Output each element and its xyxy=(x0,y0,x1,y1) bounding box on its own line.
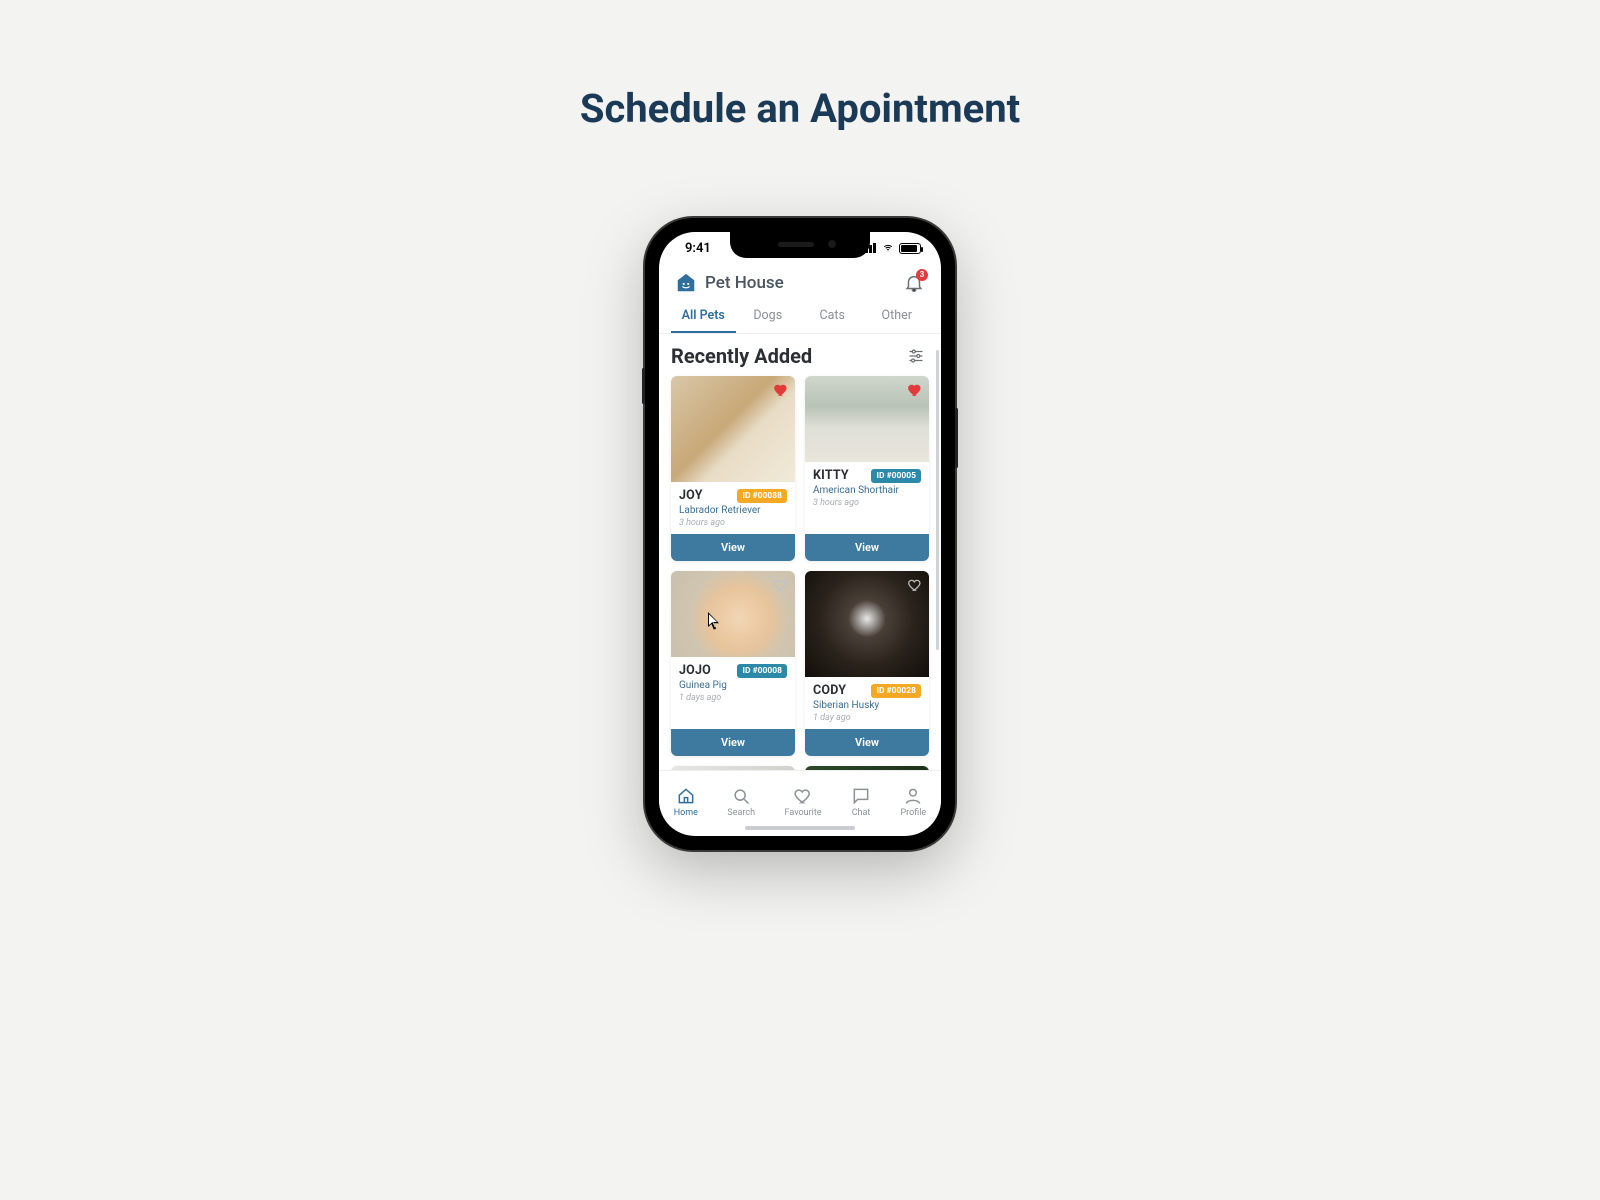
view-button[interactable]: View xyxy=(671,729,795,756)
bottom-nav: Home Search Favourite Chat Profile xyxy=(659,770,941,832)
pet-id-badge: ID #00028 xyxy=(871,684,921,698)
favorite-button[interactable] xyxy=(907,382,923,398)
chat-icon xyxy=(851,786,871,806)
heart-icon xyxy=(773,577,789,593)
pet-grid: JOY ID #00088 Labrador Retriever 3 hours ag… xyxy=(671,376,929,770)
mouse-cursor-icon xyxy=(708,612,722,632)
home-icon xyxy=(676,786,696,806)
pet-card-body: CODY ID #00028 Siberian Husky 1 day ago xyxy=(805,677,929,729)
nav-home[interactable]: Home xyxy=(674,786,698,818)
heart-icon xyxy=(907,577,923,593)
tab-cats[interactable]: Cats xyxy=(800,300,865,333)
tab-dogs[interactable]: Dogs xyxy=(736,300,801,333)
notifications-button[interactable]: 3 xyxy=(903,272,925,294)
favorite-button[interactable] xyxy=(773,382,789,398)
app-name: Pet House xyxy=(705,273,784,293)
pet-id-badge: ID #00088 xyxy=(737,489,787,503)
nav-search[interactable]: Search xyxy=(727,786,755,818)
view-button[interactable]: View xyxy=(805,534,929,561)
home-indicator[interactable] xyxy=(745,826,855,830)
content-area[interactable]: Recently Added JOY ID #00088 Labrador Retr… xyxy=(659,334,941,770)
heart-icon xyxy=(773,382,789,398)
tab-other[interactable]: Other xyxy=(865,300,930,333)
pet-id-badge: ID #00008 xyxy=(737,664,787,678)
section-title: Recently Added xyxy=(671,344,812,368)
heart-icon xyxy=(907,382,923,398)
pet-house-logo-icon xyxy=(675,272,697,294)
pet-card-body: JOJO ID #00008 Guinea Pig 1 days ago xyxy=(671,657,795,709)
nav-label: Favourite xyxy=(785,808,822,818)
pet-time: 1 days ago xyxy=(679,693,787,703)
status-time: 9:41 xyxy=(685,241,711,256)
view-button[interactable]: View xyxy=(805,729,929,756)
sliders-icon xyxy=(907,347,925,365)
nav-label: Home xyxy=(674,808,698,818)
phone-notch xyxy=(730,232,870,258)
pet-breed: Guinea Pig xyxy=(679,680,787,691)
tab-all-pets[interactable]: All Pets xyxy=(671,300,736,333)
nav-favourite[interactable]: Favourite xyxy=(785,786,822,818)
pet-card[interactable] xyxy=(671,766,795,770)
notification-badge: 3 xyxy=(916,269,928,281)
pet-breed: American Shorthair xyxy=(813,485,921,496)
pet-time: 1 day ago xyxy=(813,713,921,723)
favorite-button[interactable] xyxy=(907,577,923,593)
pet-card-body: JOY ID #00088 Labrador Retriever 3 hours ag… xyxy=(671,482,795,534)
phone-frame: 9:41 Pet House 3 All Pets xyxy=(645,218,955,850)
pet-breed: Labrador Retriever xyxy=(679,505,787,516)
pet-name: KITTY xyxy=(813,468,849,483)
pet-id-badge: ID #00005 xyxy=(871,469,921,483)
status-indicators xyxy=(861,243,921,254)
pet-image[interactable] xyxy=(671,766,795,770)
page-title: Schedule an Apointment xyxy=(0,85,1600,132)
brand[interactable]: Pet House xyxy=(675,272,784,294)
category-tabs: All Pets Dogs Cats Other xyxy=(659,300,941,334)
pet-image[interactable] xyxy=(805,376,929,462)
nav-profile[interactable]: Profile xyxy=(900,786,926,818)
filter-button[interactable] xyxy=(907,347,925,365)
wifi-icon xyxy=(881,243,895,253)
pet-card[interactable] xyxy=(805,766,929,770)
pet-image[interactable] xyxy=(805,766,929,770)
phone-screen: 9:41 Pet House 3 All Pets xyxy=(659,232,941,836)
scroll-indicator[interactable] xyxy=(936,350,939,650)
pet-time: 3 hours ago xyxy=(679,518,787,528)
pet-name: CODY xyxy=(813,683,846,698)
view-button[interactable]: View xyxy=(671,534,795,561)
pet-card[interactable]: CODY ID #00028 Siberian Husky 1 day ago View xyxy=(805,571,929,756)
nav-label: Chat xyxy=(852,808,871,818)
app-header: Pet House 3 xyxy=(659,264,941,300)
favorite-button[interactable] xyxy=(773,577,789,593)
search-icon xyxy=(731,786,751,806)
pet-image[interactable] xyxy=(671,571,795,657)
nav-label: Profile xyxy=(900,808,926,818)
pet-name: JOJO xyxy=(679,663,711,678)
pet-image[interactable] xyxy=(671,376,795,482)
pet-breed: Siberian Husky xyxy=(813,700,921,711)
pet-name: JOY xyxy=(679,488,703,503)
heart-icon xyxy=(793,786,813,806)
pet-card[interactable]: KITTY ID #00005 American Shorthair 3 hours … xyxy=(805,376,929,561)
profile-icon xyxy=(903,786,923,806)
nav-label: Search xyxy=(727,808,755,818)
pet-card-body: KITTY ID #00005 American Shorthair 3 hours … xyxy=(805,462,929,514)
pet-image[interactable] xyxy=(805,571,929,677)
pet-card[interactable]: JOY ID #00088 Labrador Retriever 3 hours ag… xyxy=(671,376,795,561)
pet-card[interactable]: JOJO ID #00008 Guinea Pig 1 days ago View xyxy=(671,571,795,756)
nav-chat[interactable]: Chat xyxy=(851,786,871,818)
battery-icon xyxy=(899,243,921,254)
pet-time: 3 hours ago xyxy=(813,498,921,508)
